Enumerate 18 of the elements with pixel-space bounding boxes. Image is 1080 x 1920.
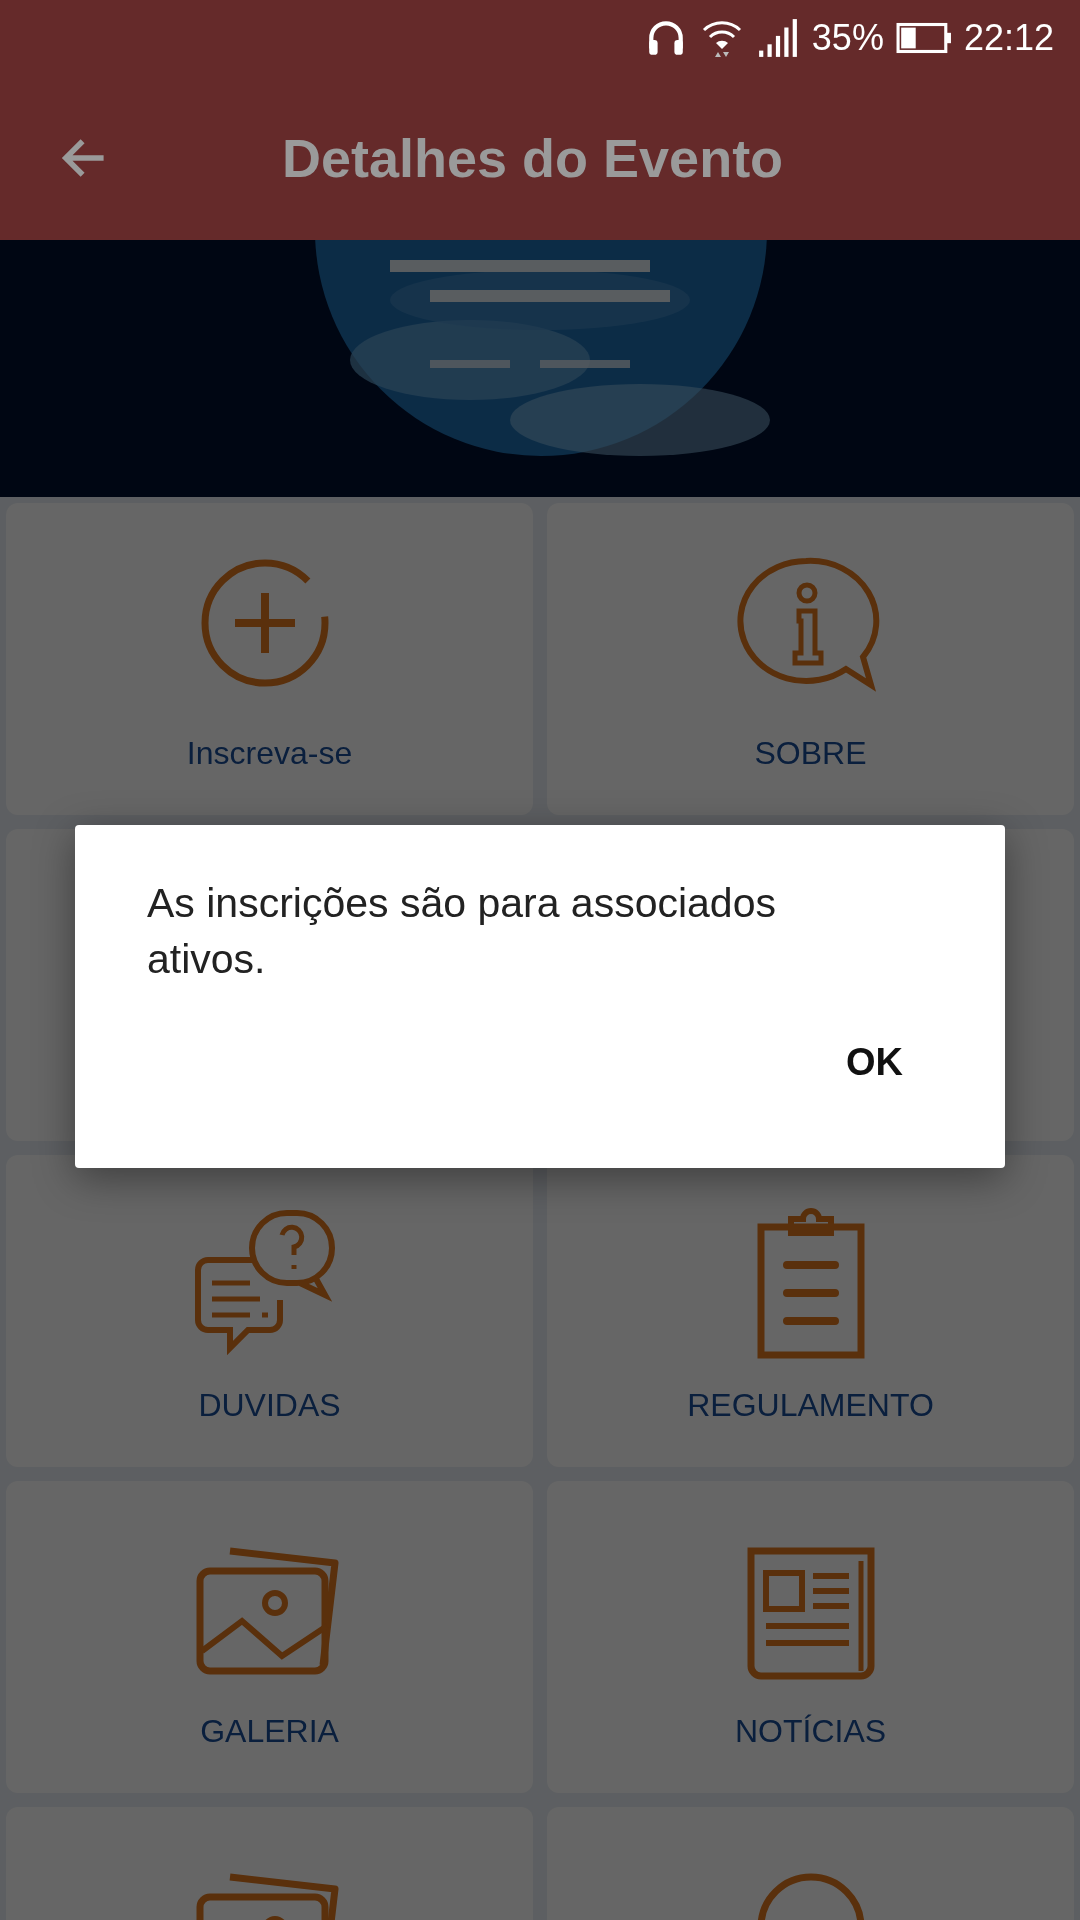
tile-label: REGULAMENTO (687, 1387, 934, 1424)
menu-tile[interactable]: SOBRE (547, 503, 1074, 815)
battery-percent: 35% (811, 17, 884, 59)
tile-label: NOTÍCIAS (734, 1713, 887, 1750)
tile-label: Inscreva-se (186, 735, 353, 772)
menu-tile[interactable]: GALERIA (6, 1481, 533, 1793)
menu-tile[interactable]: DUVIDAS (6, 1155, 533, 1467)
battery-icon (895, 22, 952, 54)
tile-label: GALERIA (200, 1713, 339, 1750)
menu-tile[interactable]: REGULAMENTO (547, 1155, 1074, 1467)
dialog-message: As inscrições são para associados ativos. (147, 879, 777, 984)
screen-title: Detalhes do Evento (282, 127, 784, 189)
tile-label: DUVIDAS (198, 1387, 341, 1424)
tile-label: SOBRE (754, 735, 867, 772)
ok-button[interactable]: OK (826, 1031, 923, 1094)
menu-tile[interactable]: NOTÍCIAS (547, 1481, 1074, 1793)
menu-tile[interactable]: Inscreva-se (6, 503, 533, 815)
clock: 22:12 (963, 17, 1054, 59)
